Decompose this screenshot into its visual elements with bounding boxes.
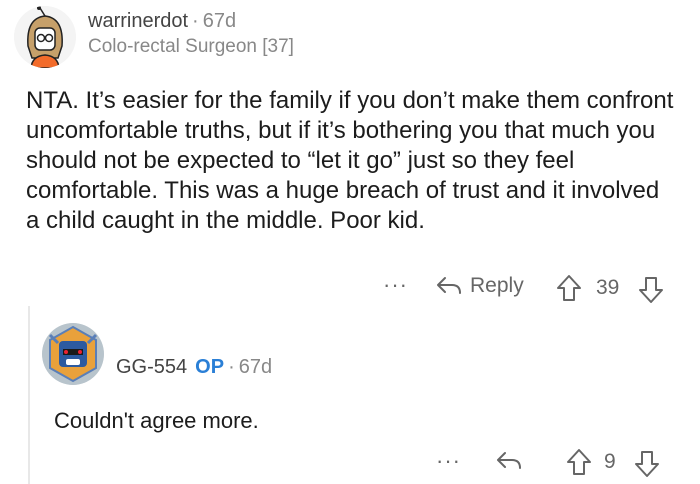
- comment-actions: ··· Reply 39: [0, 272, 700, 306]
- reply-button[interactable]: Reply: [436, 274, 524, 298]
- vote-score: 39: [596, 276, 620, 299]
- reply-username[interactable]: GG-554: [116, 356, 187, 378]
- reply-more-options-button[interactable]: ···: [436, 448, 461, 474]
- reply-body: Couldn't agree more.: [54, 408, 259, 433]
- reply-label: Reply: [470, 274, 524, 297]
- comment-age: 67d: [202, 10, 237, 32]
- reply-user-avatar[interactable]: [42, 323, 104, 385]
- reply-actions: ··· 9: [0, 446, 700, 478]
- more-options-button[interactable]: ···: [383, 272, 408, 298]
- reply-arrow-icon: [436, 275, 462, 297]
- comment-body: NTA. It’s easier for the family if you d…: [26, 87, 674, 234]
- separator-dot: ·: [192, 10, 199, 32]
- reply-upvote-arrow-icon[interactable]: [566, 448, 592, 476]
- reply-meta: GG-554 OP · 67d: [116, 354, 272, 380]
- upvote-arrow-icon[interactable]: [556, 274, 582, 302]
- downvote-arrow-icon[interactable]: [638, 276, 664, 304]
- op-badge: OP: [195, 356, 225, 378]
- user-avatar[interactable]: [14, 6, 76, 68]
- user-flair: Colo-rectal Surgeon [37]: [88, 36, 294, 57]
- username[interactable]: warrinerdot: [88, 10, 188, 32]
- username-row: warrinerdot · 67d: [88, 8, 294, 34]
- reply-age: 67d: [238, 356, 273, 378]
- reply-arrow-icon[interactable]: [496, 450, 522, 472]
- reply-separator-dot: ·: [228, 356, 235, 378]
- reply-downvote-arrow-icon[interactable]: [634, 450, 660, 478]
- comment-meta: warrinerdot · 67d Colo-rectal Surgeon [37]: [88, 8, 294, 60]
- reply-vote-score: 9: [604, 450, 616, 473]
